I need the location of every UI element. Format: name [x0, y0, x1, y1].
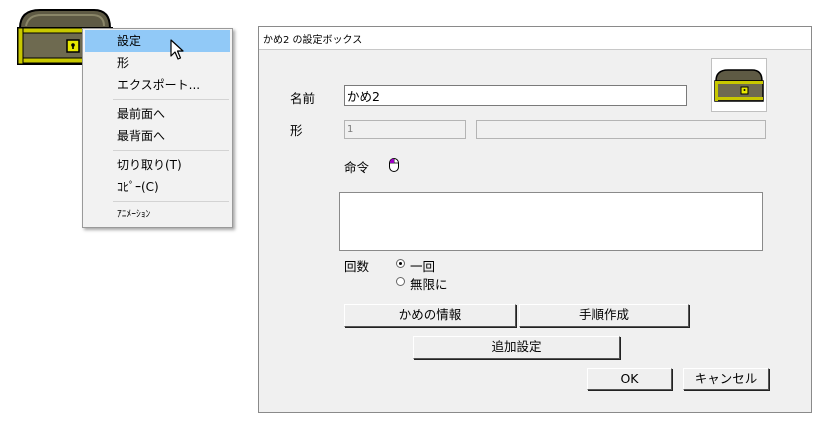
menu-item-label: 最背面へ — [117, 129, 166, 143]
kame-info-button[interactable]: かめの情報 — [344, 304, 516, 327]
shape-number-field: 1 — [344, 120, 466, 139]
menu-item-label: ｱﾆﾒｰｼｮﾝ — [117, 209, 151, 220]
ok-button[interactable]: OK — [587, 368, 672, 390]
radio-infinite[interactable] — [396, 277, 405, 286]
menu-item-export[interactable]: エクスポート... — [85, 74, 230, 96]
arrow-cursor-icon — [170, 39, 186, 61]
treasure-chest-icon — [714, 69, 764, 102]
dialog-title: かめ2 の設定ボックス — [263, 35, 363, 46]
context-menu: 設定 形 エクスポート... 最前面へ 最背面へ 切り取り(T) ｺﾋﾟｰ(C)… — [82, 28, 233, 228]
menu-item-label: 最前面へ — [117, 107, 166, 121]
menu-item-cut[interactable]: 切り取り(T) — [85, 154, 230, 176]
cancel-button[interactable]: キャンセル — [683, 368, 769, 390]
menu-item-label: ｺﾋﾟｰ(C) — [117, 180, 159, 194]
menu-item-label: 設定 — [117, 34, 142, 48]
additional-settings-button[interactable]: 追加設定 — [413, 336, 620, 359]
name-label: 名前 — [290, 91, 316, 106]
menu-item-bring-to-front[interactable]: 最前面へ — [85, 103, 230, 125]
create-procedure-button[interactable]: 手順作成 — [519, 304, 689, 327]
mouse-icon[interactable] — [388, 157, 400, 173]
menu-item-copy[interactable]: ｺﾋﾟｰ(C) — [85, 176, 230, 198]
menu-separator — [113, 201, 229, 202]
shape-name-field — [476, 120, 766, 139]
settings-dialog: かめ2 の設定ボックス 名前 形 1 命令 回数 一回 無限に か — [258, 26, 812, 413]
radio-once[interactable] — [396, 259, 405, 268]
menu-item-shape[interactable]: 形 — [85, 52, 230, 74]
menu-item-animation[interactable]: ｱﾆﾒｰｼｮﾝ — [85, 204, 230, 226]
menu-separator — [113, 99, 229, 100]
dialog-titlebar[interactable]: かめ2 の設定ボックス — [259, 27, 811, 50]
radio-once-label[interactable]: 一回 — [410, 256, 435, 275]
command-label: 命令 — [344, 160, 370, 175]
command-textarea[interactable] — [339, 192, 763, 251]
count-label: 回数 — [344, 259, 370, 274]
shape-label: 形 — [290, 123, 303, 138]
radio-infinite-label[interactable]: 無限に — [410, 274, 448, 293]
menu-item-settings[interactable]: 設定 — [85, 30, 230, 52]
menu-item-label: 形 — [117, 56, 130, 70]
name-input[interactable] — [344, 85, 687, 106]
menu-item-send-to-back[interactable]: 最背面へ — [85, 125, 230, 147]
menu-separator — [113, 150, 229, 151]
menu-item-label: 切り取り(T) — [117, 158, 182, 172]
menu-item-label: エクスポート... — [117, 78, 201, 92]
shape-preview — [711, 58, 767, 112]
